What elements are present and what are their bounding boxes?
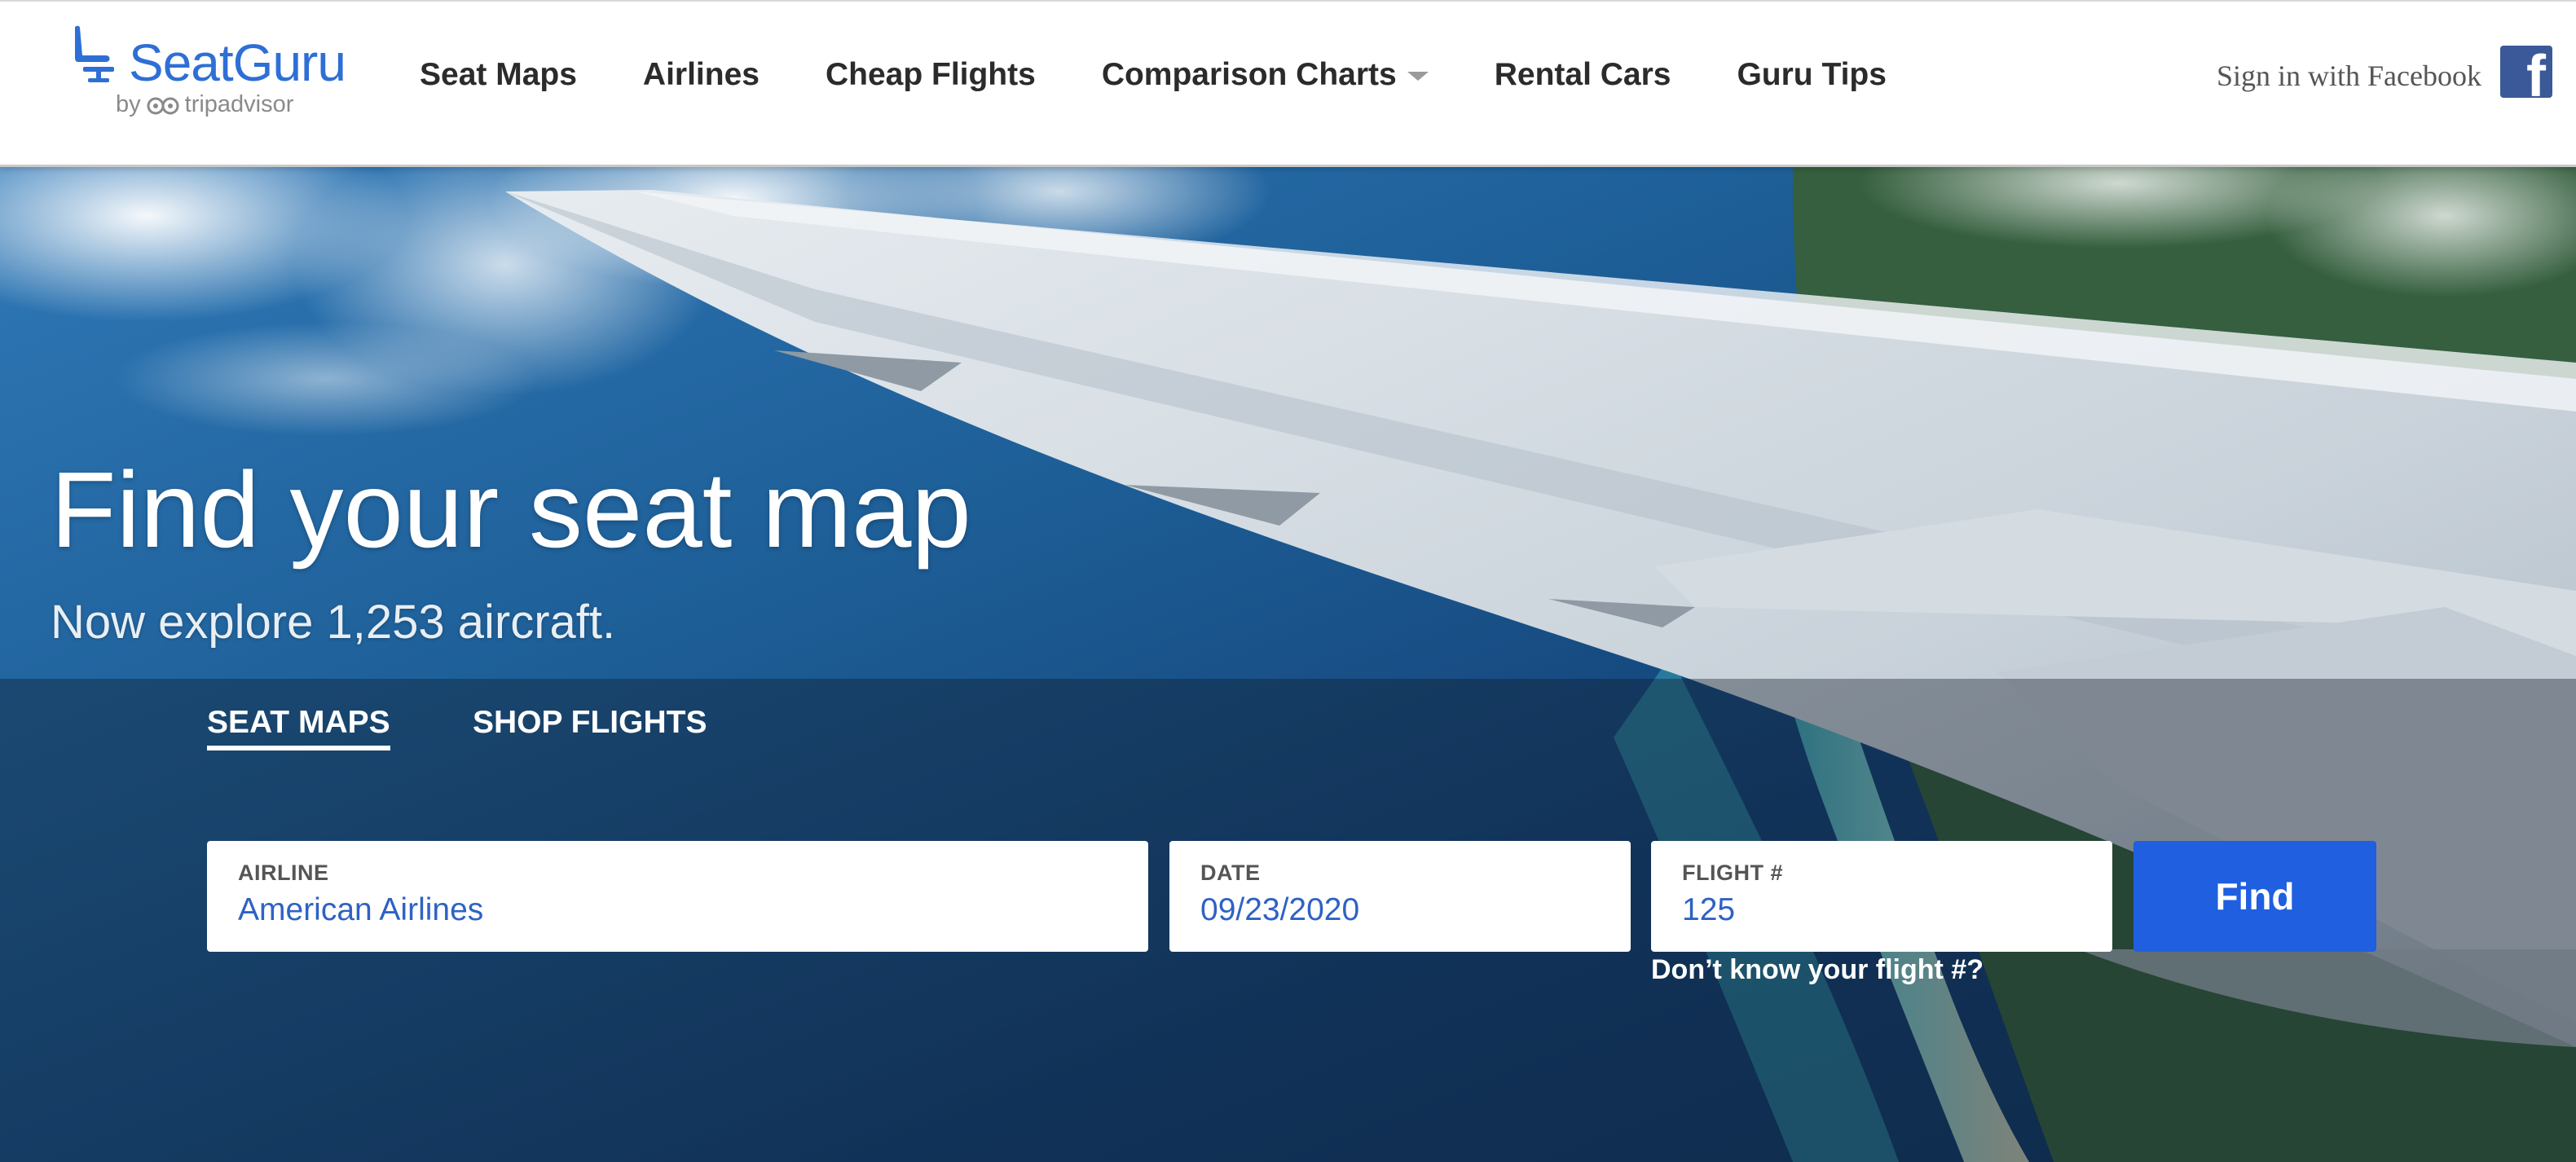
sign-in-facebook-link[interactable]: Sign in with Facebook <box>2217 59 2481 93</box>
flight-number-label: FLIGHT # <box>1682 860 1783 885</box>
seatguru-logo[interactable]: SeatGuru by tripadvisor <box>70 23 347 129</box>
logo-byline: by tripadvisor <box>116 91 293 118</box>
nav-cheap-flights-label: Cheap Flights <box>825 57 1036 92</box>
date-field[interactable]: DATE 09/23/2020 <box>1169 841 1631 952</box>
logo-by-text: by <box>116 91 141 117</box>
nav-comparison-charts-label: Comparison Charts <box>1101 57 1397 92</box>
logo-text: SeatGuru <box>129 33 346 92</box>
airline-field[interactable]: AIRLINE American Airlines <box>207 841 1148 952</box>
nav-rental-cars-label: Rental Cars <box>1494 57 1671 92</box>
nav-comparison-charts[interactable]: Comparison Charts <box>1102 57 1429 93</box>
date-input[interactable]: 09/23/2020 <box>1200 892 1600 928</box>
date-label: DATE <box>1200 860 1261 885</box>
nav-airlines-label: Airlines <box>642 57 760 92</box>
flight-number-input[interactable]: 125 <box>1682 892 2081 928</box>
flight-number-field[interactable]: FLIGHT # 125 <box>1651 841 2112 952</box>
seat-logo-icon <box>75 25 114 82</box>
nav-guru-tips[interactable]: Guru Tips <box>1737 57 1886 93</box>
nav-guru-tips-label: Guru Tips <box>1737 57 1887 92</box>
airline-label: AIRLINE <box>238 860 329 885</box>
facebook-icon[interactable]: f <box>2500 46 2552 98</box>
nav-seat-maps[interactable]: Seat Maps <box>420 57 577 93</box>
nav-cheap-flights[interactable]: Cheap Flights <box>826 57 1036 93</box>
dont-know-flight-link[interactable]: Don’t know your flight #? <box>1651 954 1984 986</box>
nav-airlines[interactable]: Airlines <box>643 57 760 93</box>
nav-seat-maps-label: Seat Maps <box>420 57 577 92</box>
main-nav: Seat Maps Airlines Cheap Flights Compari… <box>420 57 1953 93</box>
site-header: SeatGuru by tripadvisor Seat Maps Airlin… <box>0 0 2576 167</box>
nav-rental-cars[interactable]: Rental Cars <box>1495 57 1671 93</box>
logo-partner-text: tripadvisor <box>184 91 294 117</box>
tab-shop-flights[interactable]: SHOP FLIGHTS <box>473 705 707 741</box>
hero-section: Find your seat map Now explore 1,253 air… <box>0 167 2576 1162</box>
airline-input[interactable]: American Airlines <box>238 892 1117 928</box>
tripadvisor-owl-icon <box>147 97 179 114</box>
hero-title: Find your seat map <box>51 450 971 570</box>
tab-seat-maps[interactable]: SEAT MAPS <box>207 705 390 750</box>
find-button[interactable]: Find <box>2133 841 2376 952</box>
chevron-down-icon <box>1407 71 1429 81</box>
hero-subtitle: Now explore 1,253 aircraft. <box>51 596 616 649</box>
